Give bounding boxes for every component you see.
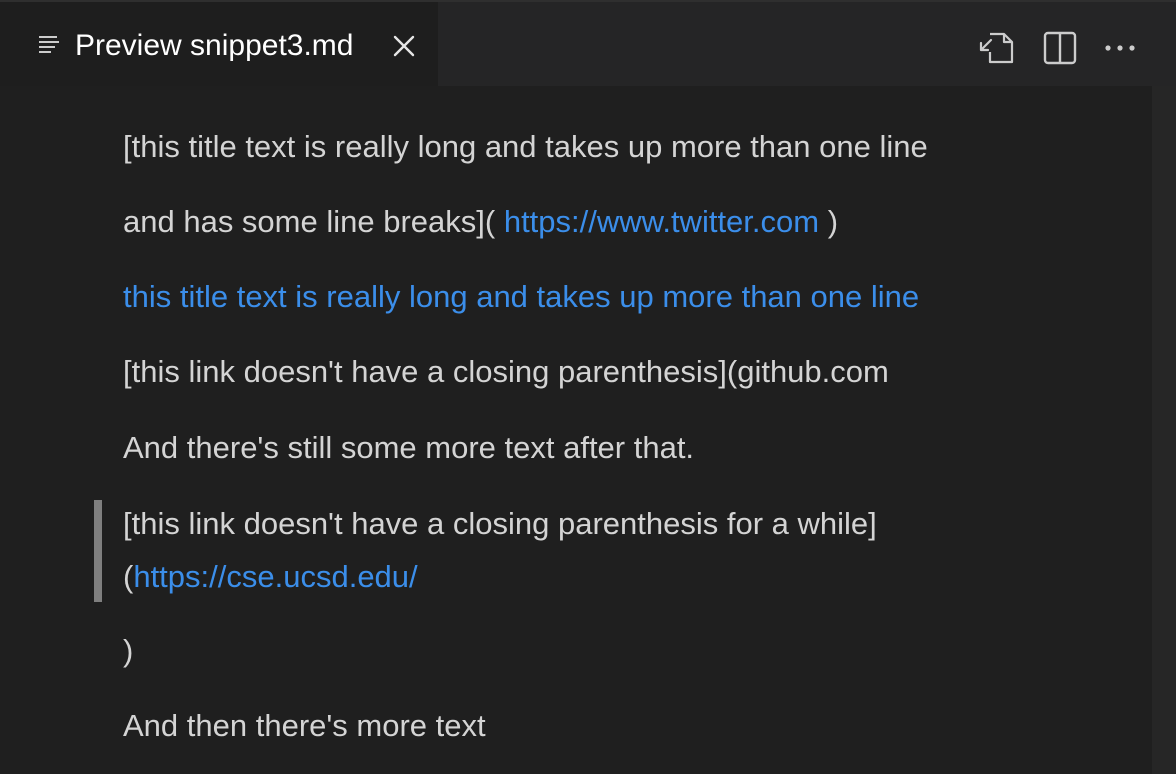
preview-line: And then there's more text	[123, 708, 486, 743]
preview-lines-icon	[39, 36, 59, 53]
markdown-preview: [this title text is really long and take…	[0, 86, 1152, 774]
preview-text: and has some line breaks](	[123, 204, 496, 239]
preview-text: (	[123, 559, 134, 594]
preview-line: And there's still some more text after t…	[123, 430, 695, 465]
preview-text: )	[827, 204, 839, 239]
open-source-icon[interactable]	[978, 28, 1018, 68]
close-icon[interactable]	[390, 32, 418, 60]
editor-tab-bar: Preview snippet3.md	[0, 0, 1176, 86]
twitter-link[interactable]: https://www.twitter.com	[504, 204, 819, 239]
tab-title: Preview snippet3.md	[75, 29, 354, 62]
preview-line: )	[123, 633, 134, 668]
vertical-scrollbar[interactable]	[1152, 86, 1176, 774]
blockquote-bar	[94, 500, 102, 602]
preview-line: this title text is really long and takes…	[123, 278, 919, 316]
quote-line: (https://cse.ucsd.edu/	[123, 558, 418, 596]
preview-line: and has some line breaks]( https://www.t…	[123, 203, 838, 241]
more-actions-icon[interactable]	[1100, 28, 1140, 68]
ucsd-link[interactable]: https://cse.ucsd.edu/	[133, 559, 417, 594]
preview-line: [this title text is really long and take…	[123, 129, 928, 164]
quote-line: [this link doesn't have a closing parent…	[123, 506, 877, 541]
split-editor-icon[interactable]	[1040, 28, 1080, 68]
preview-line: [this link doesn't have a closing parent…	[123, 354, 889, 389]
title-link[interactable]: this title text is really long and takes…	[123, 279, 919, 314]
tab-preview-snippet3[interactable]: Preview snippet3.md	[0, 2, 438, 86]
